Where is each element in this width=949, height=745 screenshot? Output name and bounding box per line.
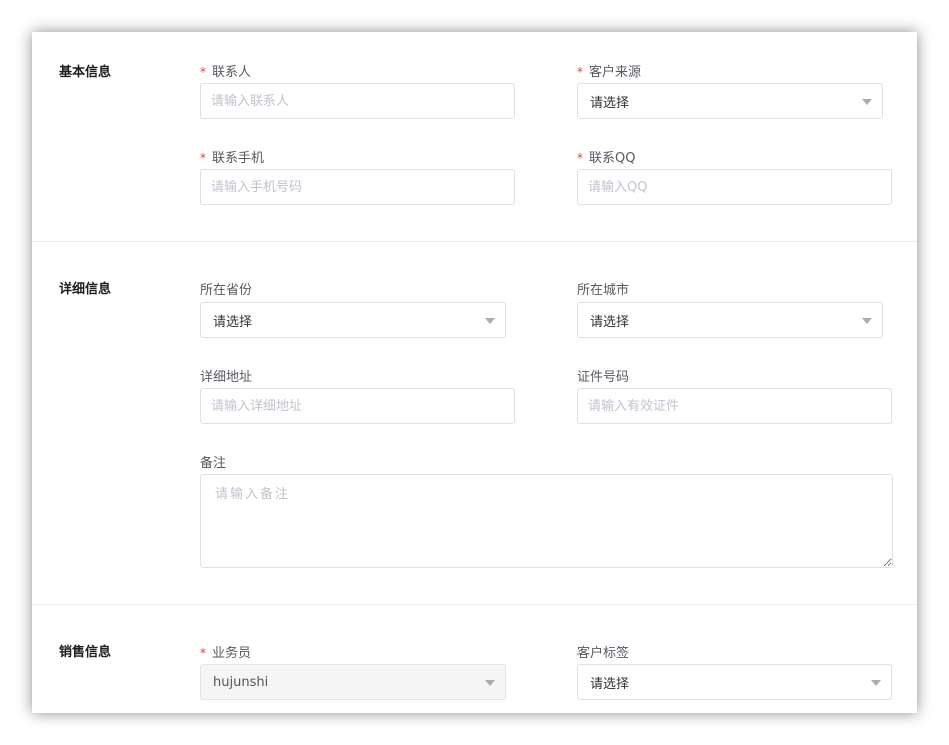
salesperson-select: hujunshi [200, 664, 506, 700]
salesperson-label-text: 业务员 [212, 646, 252, 661]
section-divider [32, 604, 917, 605]
salesperson-select-value: hujunshi [213, 674, 269, 690]
chevron-down-icon [485, 318, 495, 324]
chevron-down-icon [862, 99, 872, 105]
qq-input[interactable] [577, 169, 892, 205]
required-mark: * [200, 646, 206, 660]
source-label: * 客户来源 [577, 61, 641, 80]
remark-textarea[interactable] [200, 474, 893, 568]
section-divider [32, 241, 917, 242]
page-canvas: 基本信息 * 联系人 * 客户来源 请选择 * 联系手机 * 联系QQ 详细信息 所在省… [0, 0, 949, 745]
section-title-detail: 详细信息 [59, 282, 112, 297]
qq-label: * 联系QQ [577, 147, 635, 166]
customer-form-card: 基本信息 * 联系人 * 客户来源 请选择 * 联系手机 * 联系QQ 详细信息 所在省… [32, 32, 917, 713]
contact-input[interactable] [200, 83, 515, 119]
required-mark: * [200, 151, 206, 165]
chevron-down-icon [871, 680, 881, 686]
id-number-input[interactable] [577, 388, 892, 424]
city-label: 所在城市 [577, 283, 630, 298]
salesperson-label: * 业务员 [200, 642, 251, 661]
qq-label-text: 联系QQ [589, 151, 636, 166]
province-label: 所在省份 [200, 283, 253, 298]
remark-label: 备注 [200, 456, 227, 471]
address-label: 详细地址 [200, 370, 253, 385]
city-select[interactable]: 请选择 [577, 302, 883, 338]
source-select[interactable]: 请选择 [577, 83, 883, 119]
address-input[interactable] [200, 388, 515, 424]
chevron-down-icon [862, 318, 872, 324]
phone-input[interactable] [200, 169, 515, 205]
city-select-value: 请选择 [590, 314, 630, 330]
chevron-down-icon [485, 680, 495, 686]
required-mark: * [200, 65, 206, 79]
source-label-text: 客户来源 [589, 65, 642, 80]
required-mark: * [577, 65, 583, 79]
province-select[interactable]: 请选择 [200, 302, 506, 338]
contact-label-text: 联系人 [212, 65, 252, 80]
tags-label: 客户标签 [577, 646, 630, 661]
tags-select-value: 请选择 [590, 676, 630, 692]
source-select-value: 请选择 [590, 95, 630, 111]
phone-label-text: 联系手机 [212, 151, 265, 166]
required-mark: * [577, 151, 583, 165]
tags-select[interactable]: 请选择 [577, 664, 892, 700]
phone-label: * 联系手机 [200, 147, 264, 166]
section-title-sales: 销售信息 [59, 645, 112, 660]
province-select-value: 请选择 [213, 314, 253, 330]
id-number-label: 证件号码 [577, 370, 630, 385]
contact-label: * 联系人 [200, 61, 251, 80]
section-title-basic: 基本信息 [59, 65, 112, 80]
